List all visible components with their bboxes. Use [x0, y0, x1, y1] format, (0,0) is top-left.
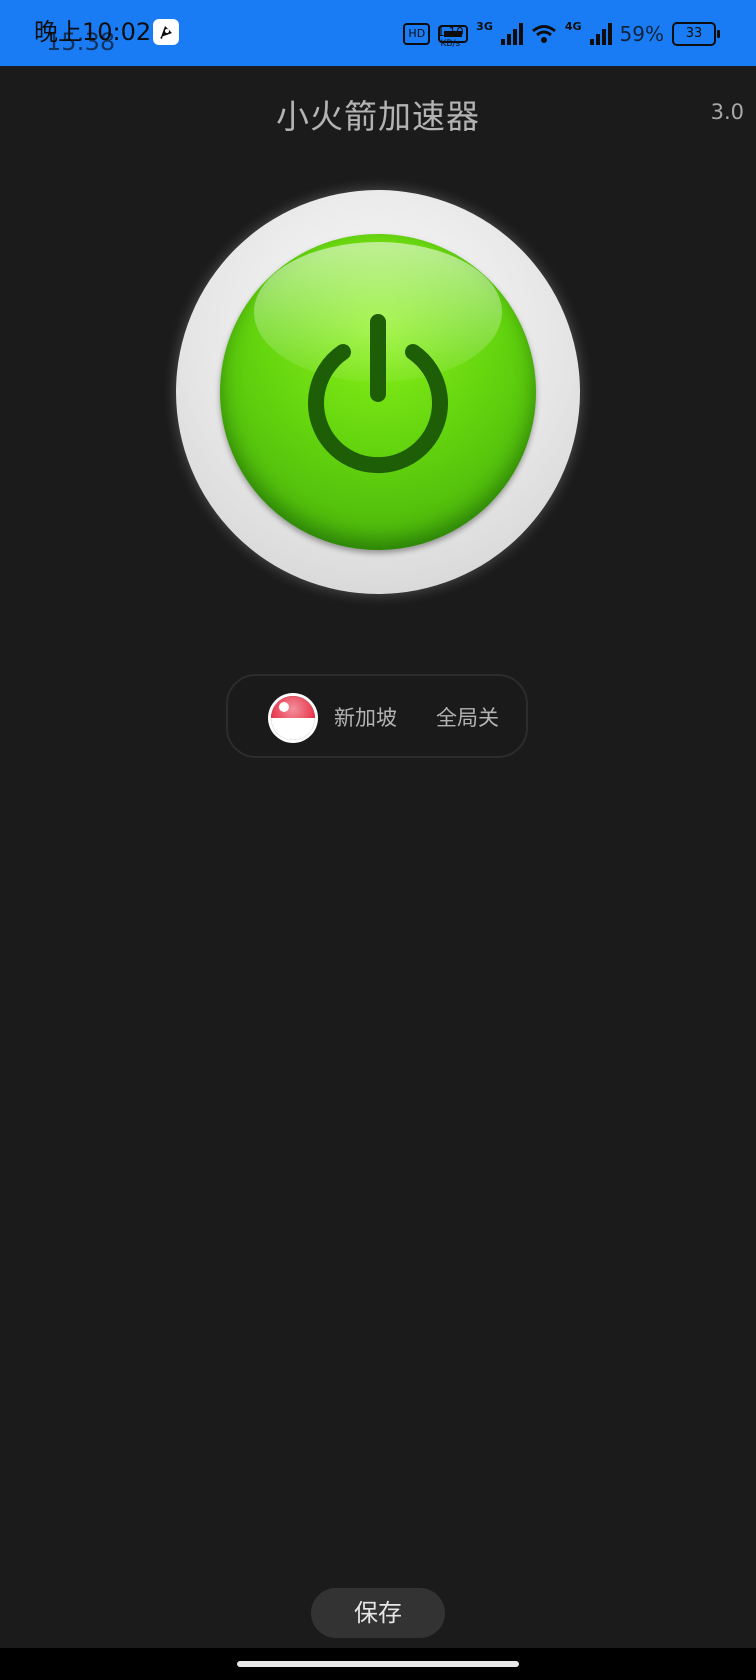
battery-percent: 59% [619, 22, 664, 46]
power-button[interactable] [176, 190, 580, 594]
singapore-flag-icon [271, 696, 315, 740]
app-version: 3.0 [710, 100, 744, 124]
server-selector[interactable]: 新加坡 全局关 [226, 674, 528, 758]
app-title: 小火箭加速器 [276, 97, 480, 136]
battery-icon: 33 [672, 22, 720, 46]
home-indicator[interactable] [237, 1661, 519, 1667]
proxy-mode-label[interactable]: 全局关 [436, 702, 499, 732]
save-button[interactable]: 保存 [311, 1588, 445, 1638]
power-button-face[interactable] [220, 234, 536, 550]
status-time: 晚上10:02 [34, 18, 152, 46]
status-bar: 15:38 晚上10:02 1.10 KB/s HD 3G 4G 59% 33 [0, 0, 756, 66]
server-name: 新加坡 [334, 706, 397, 730]
net-type-4g: 4G [564, 19, 582, 33]
wifi-icon [531, 25, 556, 43]
hd-icon: HD [403, 23, 431, 45]
vpn-icon [438, 25, 469, 43]
status-icons: HD 3G 4G 59% 33 [403, 18, 720, 50]
power-icon [308, 314, 448, 474]
signal-icon [500, 23, 523, 45]
rocket-app-icon [153, 19, 179, 45]
signal-icon-2 [589, 23, 612, 45]
net-type-3g: 3G [476, 19, 493, 33]
